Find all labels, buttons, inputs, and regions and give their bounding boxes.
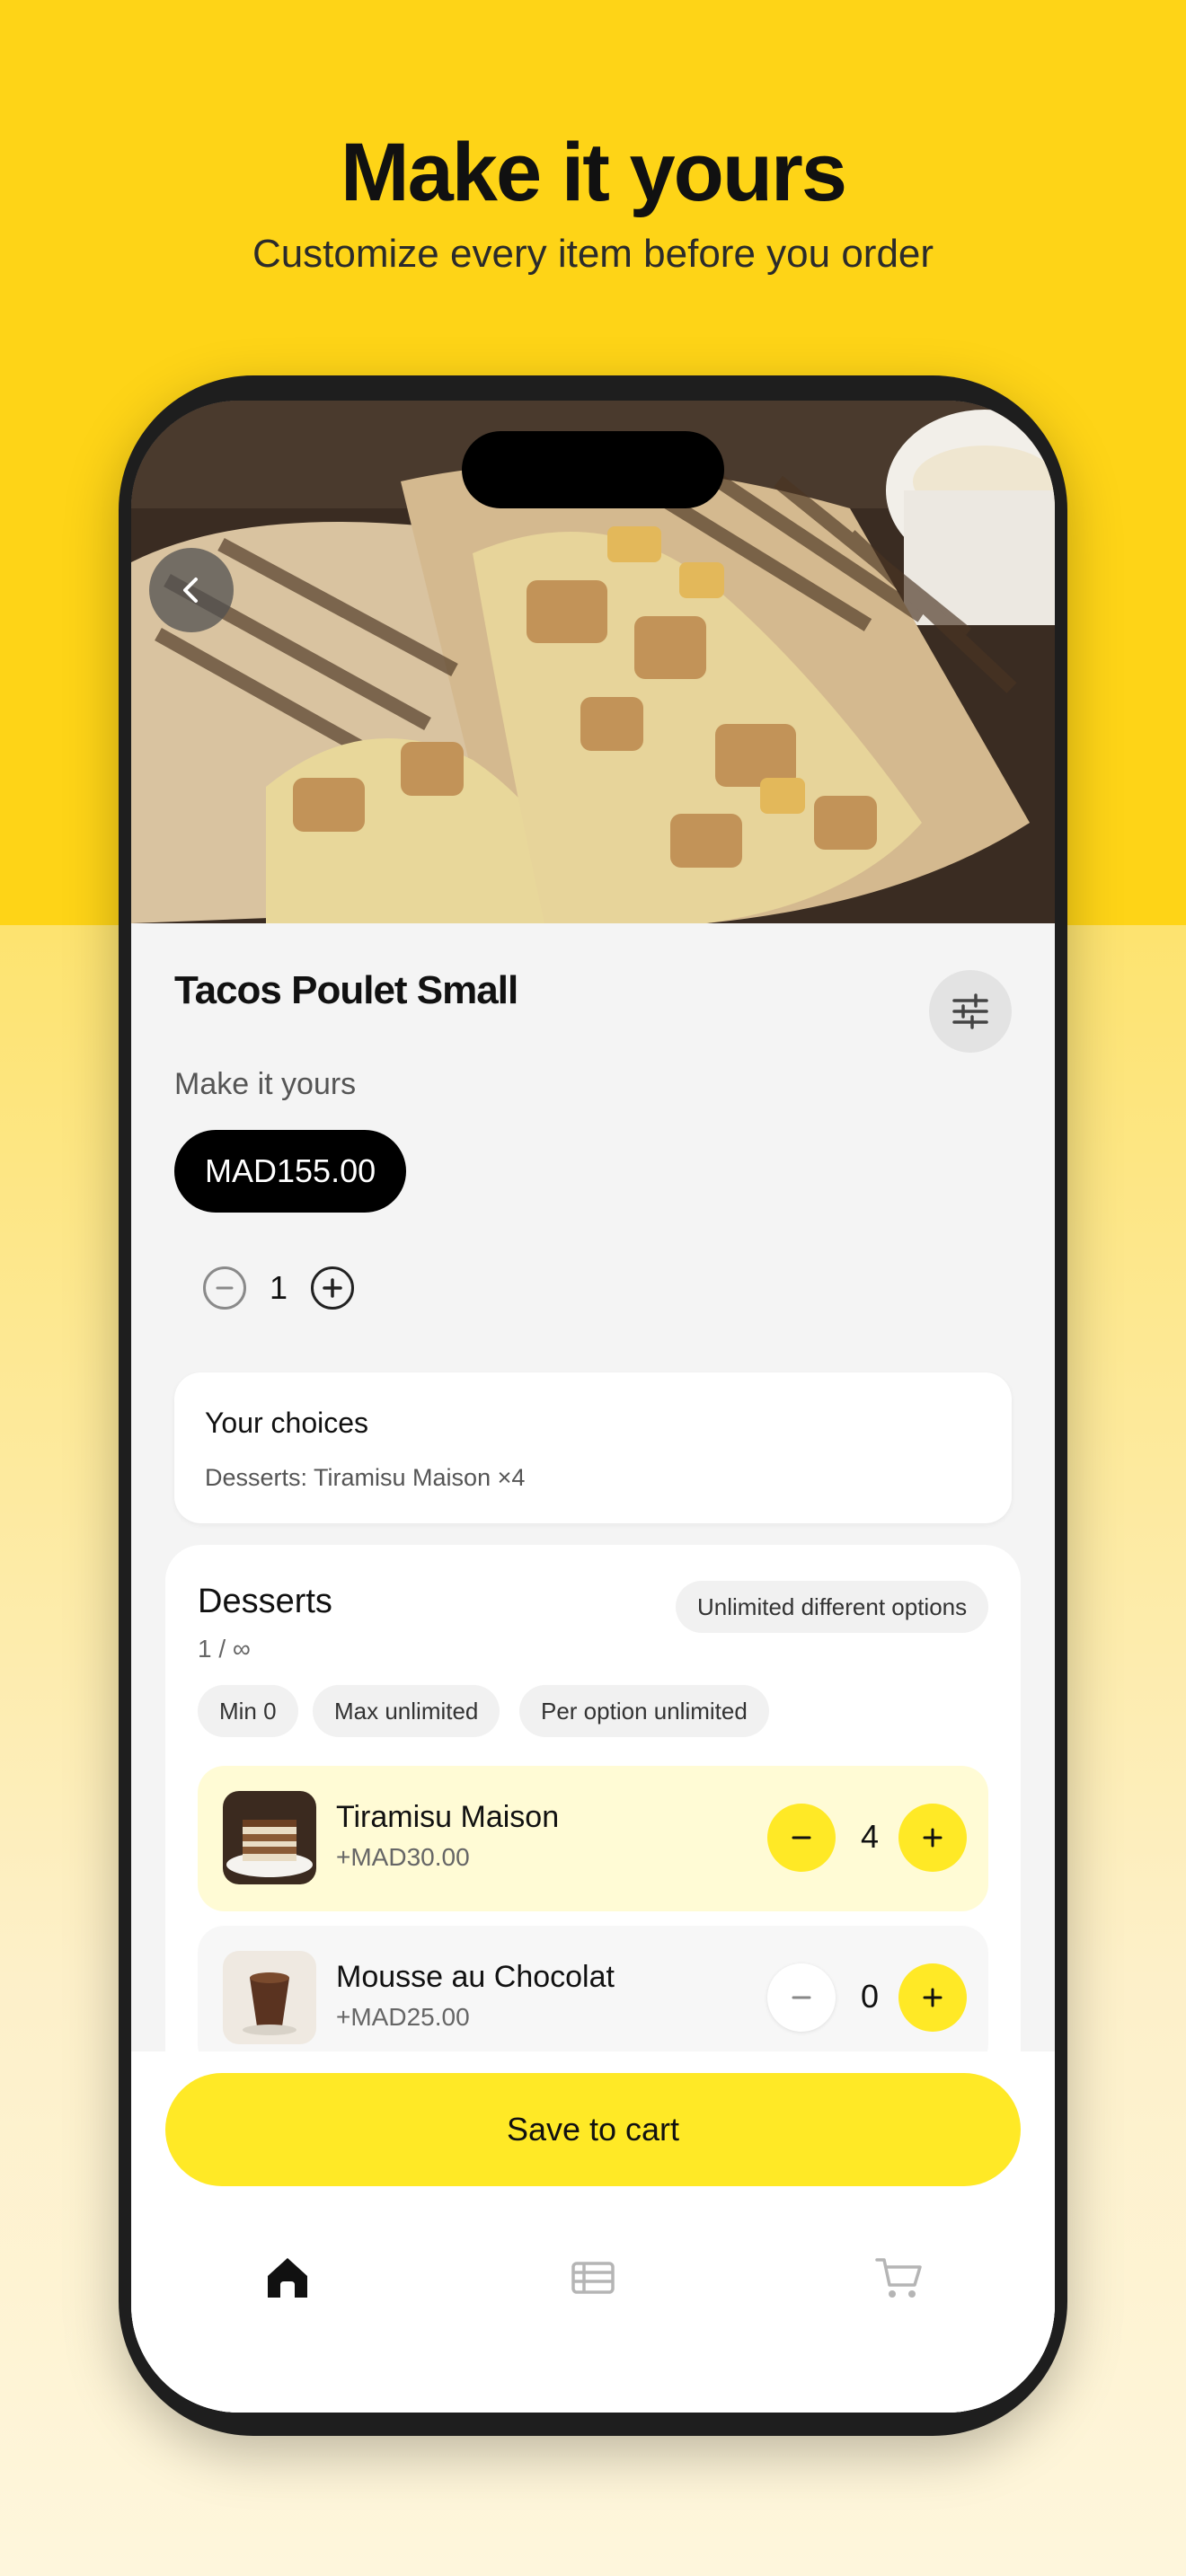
minus-icon: [792, 1996, 811, 1999]
home-icon: [268, 2258, 307, 2298]
nav-cart[interactable]: [866, 2245, 931, 2310]
quantity-stepper: 1: [203, 1265, 355, 1311]
chevron-left-icon: [183, 578, 198, 603]
camera-notch: [462, 431, 724, 508]
selection-count: 1 / ∞: [198, 1635, 251, 1663]
option-quantity: 4: [860, 1818, 880, 1855]
minus-icon: [216, 1286, 234, 1290]
quantity-value: 1: [270, 1269, 288, 1306]
decrease-quantity-button[interactable]: [203, 1266, 246, 1310]
option-price: +MAD25.00: [336, 2003, 470, 2031]
per-option-chip: Per option unlimited: [519, 1685, 769, 1737]
product-title: Tacos Poulet Small: [174, 968, 518, 1012]
max-chip: Max unlimited: [313, 1685, 500, 1737]
plus-icon: [323, 1278, 342, 1298]
option-row-mousse[interactable]: Mousse au Chocolat +MAD25.00 0: [198, 1926, 988, 2071]
menu-list-icon: [571, 2262, 615, 2294]
promo-subline: Customize every item before you order: [252, 232, 934, 276]
price-badge: MAD155.00: [174, 1130, 407, 1213]
option-name: Mousse au Chocolat: [336, 1960, 615, 1994]
promo-headline: Make it yours: [341, 127, 847, 218]
cart-icon: [875, 2258, 922, 2298]
choices-summary: Desserts: Tiramisu Maison ×4: [205, 1464, 526, 1491]
min-chip: Min 0: [198, 1685, 298, 1737]
sliders-icon: [952, 993, 988, 1029]
choices-title: Your choices: [205, 1407, 369, 1439]
nav-menu[interactable]: [561, 2245, 625, 2310]
increase-option-button[interactable]: [898, 1963, 967, 2032]
option-row-tiramisu[interactable]: Tiramisu Maison +MAD30.00 4: [198, 1766, 988, 1911]
nav-home[interactable]: [255, 2245, 320, 2310]
decrease-option-button[interactable]: [767, 1804, 836, 1872]
minus-icon: [792, 1836, 811, 1839]
product-subtitle: Make it yours: [174, 1067, 357, 1101]
plus-icon: [923, 1988, 943, 2007]
phone-frame: Tacos Poulet Small Make it yours MAD155.…: [119, 375, 1067, 2436]
back-button[interactable]: [149, 548, 234, 632]
option-quantity: 0: [860, 1978, 880, 2015]
your-choices-card: Your choices Desserts: Tiramisu Maison ×…: [174, 1372, 1012, 1523]
customize-button[interactable]: [929, 970, 1012, 1053]
product-photo: [131, 401, 1055, 923]
bottom-bar: Save to cart: [131, 2051, 1055, 2413]
tiramisu-image: [223, 1791, 316, 1884]
save-to-cart-button[interactable]: Save to cart: [165, 2073, 1021, 2186]
plus-icon: [923, 1828, 943, 1848]
option-price: +MAD30.00: [336, 1843, 470, 1871]
decrease-option-button[interactable]: [767, 1963, 836, 2032]
app-screen: Tacos Poulet Small Make it yours MAD155.…: [131, 401, 1055, 2413]
option-name: Tiramisu Maison: [336, 1800, 560, 1834]
options-badge: Unlimited different options: [676, 1581, 989, 1633]
increase-option-button[interactable]: [898, 1804, 967, 1872]
section-title: Desserts: [198, 1583, 332, 1620]
increase-quantity-button[interactable]: [311, 1266, 355, 1310]
mousse-image: [223, 1951, 316, 2044]
